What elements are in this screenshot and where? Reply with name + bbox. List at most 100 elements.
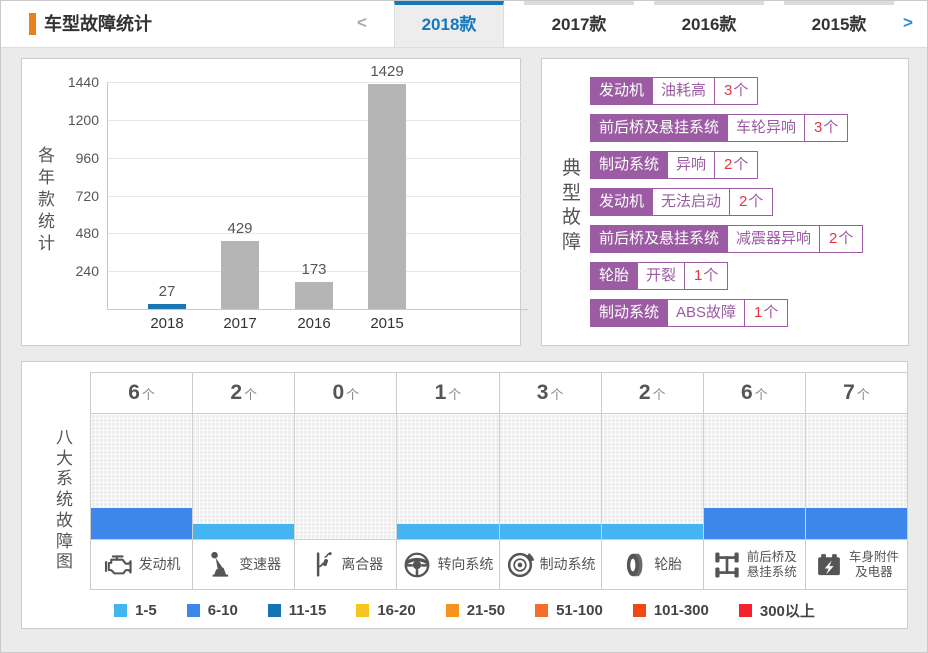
y-axis-tick-label: 1200 — [68, 112, 99, 128]
vertical-label-char: 八 — [56, 428, 73, 449]
header-bar: 车型故障统计 < 2018款2017款2016款2015款 > — [1, 1, 927, 48]
system-bar-cell — [601, 414, 703, 539]
fault-count-badge: 2个 — [730, 188, 773, 216]
x-axis-category-label: 2015 — [347, 315, 427, 332]
fault-name-badge: 异响 — [668, 151, 715, 179]
system-count-bar — [500, 524, 601, 539]
system-count-bar — [806, 508, 907, 539]
fault-system-badge: 制动系统 — [590, 151, 668, 179]
system-bar-cell — [192, 414, 294, 539]
systems-icon-row: 发动机变速器离合器转向系统制动系统轮胎前后桥及 悬挂系统车身附件 及电器 — [90, 540, 908, 590]
next-models-chevron-icon[interactable]: > — [903, 1, 913, 45]
fault-system-badge: 轮胎 — [590, 262, 638, 290]
vertical-label-char: 障 — [562, 231, 581, 256]
legend-swatch — [114, 604, 127, 617]
bar-value-label: 1429 — [347, 63, 427, 80]
system-count-unit: 个 — [653, 384, 666, 403]
system-label: 制动系统 — [540, 556, 596, 572]
fault-item: 前后桥及悬挂系统减震器异响2个 — [590, 225, 863, 253]
vertical-label-char: 系 — [56, 469, 73, 490]
system-count-bar — [91, 508, 192, 539]
system-icon-cell: 制动系统 — [499, 540, 601, 589]
system-count-unit: 个 — [857, 384, 870, 403]
vertical-label-char: 款 — [38, 189, 55, 211]
fault-item: 轮胎开裂1个 — [590, 262, 728, 290]
system-count-cell: 2个 — [601, 373, 703, 413]
system-icon-cell: 转向系统 — [396, 540, 498, 589]
model-year-tab-2018[interactable]: 2018款 — [394, 1, 504, 47]
model-year-tab-2017[interactable]: 2017款 — [524, 1, 634, 47]
systems-bar-area — [90, 414, 908, 540]
fault-name-badge: 油耗高 — [653, 77, 715, 105]
system-count-value: 2 — [230, 381, 242, 405]
fault-system-badge: 制动系统 — [590, 299, 668, 327]
y-axis-tick-label: 480 — [76, 225, 99, 241]
legend-swatch — [739, 604, 752, 617]
system-label: 离合器 — [341, 556, 383, 572]
legend-label: 51-100 — [556, 602, 603, 619]
legend-item: 16-20 — [356, 600, 415, 621]
systems-count-row: 6个2个0个1个3个2个6个7个 — [90, 372, 908, 414]
vertical-label-char: 故 — [56, 511, 73, 532]
system-count-cell: 1个 — [396, 373, 498, 413]
legend-item: 6-10 — [187, 600, 238, 621]
typical-faults-panel: 典型故障 发动机油耗高3个前后桥及悬挂系统车轮异响3个制动系统异响2个发动机无法… — [541, 58, 909, 346]
system-count-value: 6 — [128, 381, 140, 405]
legend-label: 300以上 — [760, 600, 815, 621]
vertical-label-char: 典 — [562, 157, 581, 182]
fault-count-badge: 3个 — [715, 77, 758, 105]
legend-swatch — [446, 604, 459, 617]
system-count-cell: 6个 — [91, 373, 192, 413]
fault-system-badge: 前后桥及悬挂系统 — [590, 114, 728, 142]
fault-system-badge: 发动机 — [590, 188, 653, 216]
model-year-tab-2016[interactable]: 2016款 — [654, 1, 764, 47]
system-count-value: 2 — [639, 381, 651, 405]
legend-item: 51-100 — [535, 600, 603, 621]
system-count-cell: 3个 — [499, 373, 601, 413]
system-count-bar — [602, 524, 703, 539]
fault-name-badge: 车轮异响 — [728, 114, 805, 142]
brake-disc-icon — [505, 550, 535, 580]
system-icon-cell: 发动机 — [91, 540, 192, 589]
fault-system-badge: 发动机 — [590, 77, 653, 105]
typical-faults-label: 典型故障 — [562, 157, 581, 256]
legend-label: 11-15 — [289, 602, 327, 619]
fault-name-badge: 开裂 — [638, 262, 685, 290]
chart-gridline — [108, 82, 528, 83]
system-icon-cell: 变速器 — [192, 540, 294, 589]
system-icon-cell: 离合器 — [294, 540, 396, 589]
system-count-value: 3 — [537, 381, 549, 405]
vertical-label-char: 统 — [38, 211, 55, 233]
fault-item: 发动机无法启动2个 — [590, 188, 773, 216]
vertical-label-char: 计 — [38, 233, 55, 255]
system-count-value: 1 — [435, 381, 447, 405]
fault-system-badge: 前后桥及悬挂系统 — [590, 225, 728, 253]
system-bar-cell — [499, 414, 601, 539]
vertical-label-char: 故 — [562, 206, 581, 231]
bar-value-label: 27 — [127, 283, 207, 300]
fault-item: 制动系统异响2个 — [590, 151, 758, 179]
prev-models-chevron-icon[interactable]: < — [357, 1, 367, 45]
legend-swatch — [356, 604, 369, 617]
fault-name-badge: 无法启动 — [653, 188, 730, 216]
yearly-stats-panel: 各年款统计 2404807209601200144027201842920171… — [21, 58, 521, 346]
system-label: 转向系统 — [437, 556, 493, 572]
system-bar-cell — [294, 414, 396, 539]
system-icon-cell: 轮胎 — [601, 540, 703, 589]
legend-label: 1-5 — [135, 602, 157, 619]
fault-count-badge: 1个 — [745, 299, 788, 327]
system-count-unit: 个 — [550, 384, 563, 403]
vertical-label-char: 障 — [56, 532, 73, 553]
fault-name-badge: 减震器异响 — [728, 225, 820, 253]
legend-label: 16-20 — [377, 602, 415, 619]
systems-chart-label: 八大系统故障图 — [56, 428, 73, 573]
system-label: 前后桥及 悬挂系统 — [747, 550, 797, 579]
x-axis-category-label: 2016 — [274, 315, 354, 332]
system-count-cell: 6个 — [703, 373, 805, 413]
legend-item: 1-5 — [114, 600, 157, 621]
vertical-label-char: 年 — [38, 167, 55, 189]
model-year-tab-2015[interactable]: 2015款 — [784, 1, 894, 47]
y-axis-tick-label: 960 — [76, 150, 99, 166]
legend-item: 300以上 — [739, 600, 815, 621]
legend-swatch — [633, 604, 646, 617]
